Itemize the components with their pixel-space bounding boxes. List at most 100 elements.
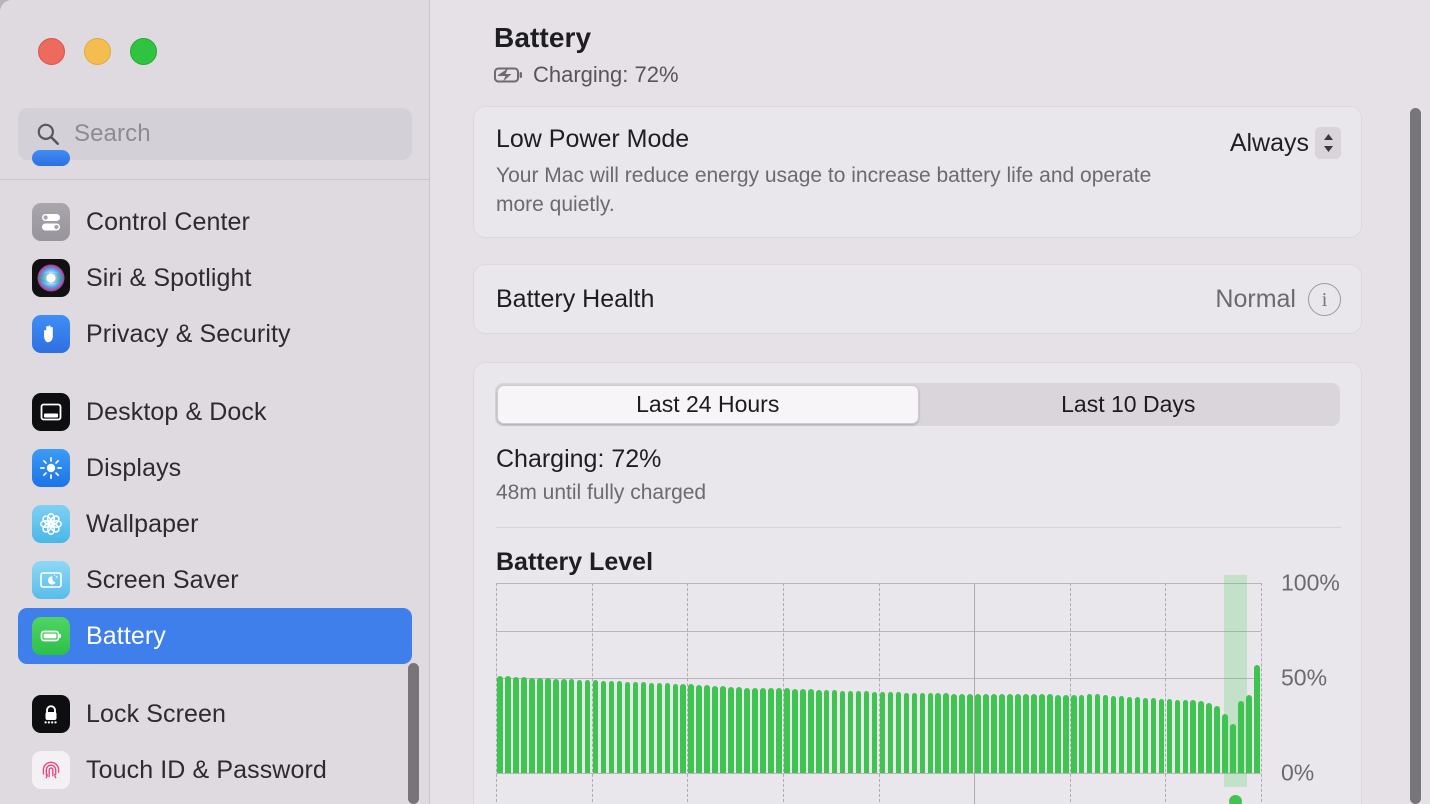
chart-bar xyxy=(736,686,742,773)
chart-bar xyxy=(847,691,854,773)
close-window-button[interactable] xyxy=(38,38,65,65)
chart-bar xyxy=(1246,695,1252,773)
tab-last-10-days[interactable]: Last 10 Days xyxy=(919,385,1339,424)
tab-last-24-hours[interactable]: Last 24 Hours xyxy=(497,385,919,424)
chart-bar xyxy=(688,683,695,773)
chart-bar xyxy=(1086,694,1093,773)
chart-bar xyxy=(815,690,822,773)
minimize-window-button[interactable] xyxy=(84,38,111,65)
chart-bar xyxy=(760,687,766,773)
chart-bar xyxy=(545,678,551,773)
chart-bar xyxy=(600,680,607,773)
chart-bar xyxy=(800,689,806,773)
chart-bar xyxy=(863,691,870,773)
chart-bar xyxy=(1023,694,1029,773)
sidebar-item-label: Control Center xyxy=(86,207,250,236)
sidebar-item-touch-id[interactable]: Touch ID & Password xyxy=(18,742,412,798)
chart-bar xyxy=(560,678,567,773)
chart-bar xyxy=(1142,697,1149,773)
sidebar-group-3: Lock Screen Touch ID & Password xyxy=(0,686,429,798)
chart-bar xyxy=(1094,694,1101,773)
chart-bar xyxy=(664,682,671,773)
sidebar-item-wallpaper[interactable]: Wallpaper xyxy=(18,496,412,552)
sidebar-item-list[interactable]: Control Center Siri & Spotlight Privacy … xyxy=(0,150,429,804)
chart-bar xyxy=(1055,695,1061,773)
control-center-icon xyxy=(32,203,70,241)
battery-health-right: Normal i xyxy=(1215,283,1341,316)
usage-status: Charging: 72% 48m until fully charged xyxy=(496,445,706,505)
siri-icon xyxy=(32,259,70,297)
chart-bar xyxy=(552,678,559,773)
main-scrollbar[interactable] xyxy=(1410,108,1421,804)
chart-bar xyxy=(927,693,934,773)
sidebar-item-label: Siri & Spotlight xyxy=(86,263,252,292)
chart-bar xyxy=(951,693,957,773)
chart-bar xyxy=(768,688,774,773)
chart-bar xyxy=(1150,697,1157,773)
usage-status-subtitle: 48m until fully charged xyxy=(496,481,707,504)
info-icon[interactable]: i xyxy=(1308,283,1341,316)
sidebar-item-label: Touch ID & Password xyxy=(86,755,327,784)
sidebar-scrollbar[interactable] xyxy=(408,663,419,804)
chart-bar xyxy=(823,690,830,773)
sidebar-item-desktop-dock[interactable]: Desktop & Dock xyxy=(18,384,412,440)
chart-bar xyxy=(839,691,846,773)
chart-bar xyxy=(720,685,726,773)
chart-bar xyxy=(1190,699,1197,773)
chart-bar xyxy=(640,681,647,773)
sidebar-item-displays[interactable]: Displays xyxy=(18,440,412,496)
sidebar-item-siri-spotlight[interactable]: Siri & Spotlight xyxy=(18,250,412,306)
chart-bar xyxy=(1039,694,1045,773)
chart-y-tick-label: 50% xyxy=(1281,664,1328,691)
sidebar-item-label: Lock Screen xyxy=(86,699,227,728)
battery-health-value: Normal xyxy=(1215,285,1296,313)
chart-bar xyxy=(831,690,838,773)
traffic-lights xyxy=(38,38,157,65)
chart-bar xyxy=(521,677,527,773)
sidebar-group-1: Control Center Siri & Spotlight Privacy … xyxy=(0,194,429,362)
sidebar-item-screen-saver[interactable]: Screen Saver xyxy=(18,552,412,608)
chart-bar xyxy=(1182,699,1189,773)
chart-bar xyxy=(1102,695,1109,773)
sidebar-item-control-center[interactable]: Control Center xyxy=(18,194,412,250)
chart-bar xyxy=(991,693,997,773)
usage-range-segmented-control[interactable]: Last 24 Hours Last 10 Days xyxy=(495,383,1340,426)
chart-bar xyxy=(1198,700,1205,773)
chart-bar xyxy=(584,679,591,773)
chart-bar xyxy=(712,685,718,773)
sidebar-item-battery[interactable]: Battery xyxy=(18,608,412,664)
low-power-mode-popup-button[interactable]: Always xyxy=(1230,127,1341,159)
sidebar-item-privacy-security[interactable]: Privacy & Security xyxy=(18,306,412,362)
chart-bar xyxy=(776,688,782,773)
chart-bar xyxy=(513,677,519,773)
page-header: Battery Charging: 72% xyxy=(494,22,679,88)
chart-bar xyxy=(983,693,989,773)
chart-bar xyxy=(505,676,511,773)
chart-bar xyxy=(576,679,583,773)
chart-bar xyxy=(1126,697,1133,773)
chart-bar xyxy=(616,680,623,773)
desktop-dock-icon xyxy=(32,393,70,431)
chart-bar xyxy=(1134,697,1141,773)
sidebar-item-lock-screen[interactable]: Lock Screen xyxy=(18,686,412,742)
charger-connected-dot xyxy=(1228,795,1242,804)
chart-bar xyxy=(1070,695,1077,773)
chart-bar xyxy=(1062,695,1069,773)
chart-bar xyxy=(792,689,798,773)
battery-charging-icon xyxy=(494,67,522,83)
search-icon xyxy=(37,123,59,145)
chart-y-tick-label: 0% xyxy=(1281,759,1315,786)
chart-bar xyxy=(497,676,503,773)
maximize-window-button[interactable] xyxy=(130,38,157,65)
chart-bar xyxy=(744,687,750,773)
chart-bar xyxy=(959,693,965,773)
screen-saver-icon xyxy=(32,561,70,599)
chart-bar xyxy=(935,693,942,773)
sidebar-item-label: Displays xyxy=(86,453,182,482)
chart-bar xyxy=(672,683,679,773)
chart-bar xyxy=(943,693,950,773)
low-power-mode-card: Low Power Mode Your Mac will reduce ener… xyxy=(473,106,1362,238)
chart-bar xyxy=(855,691,862,773)
chart-bars xyxy=(496,583,1261,773)
chart-bar xyxy=(1015,694,1021,773)
